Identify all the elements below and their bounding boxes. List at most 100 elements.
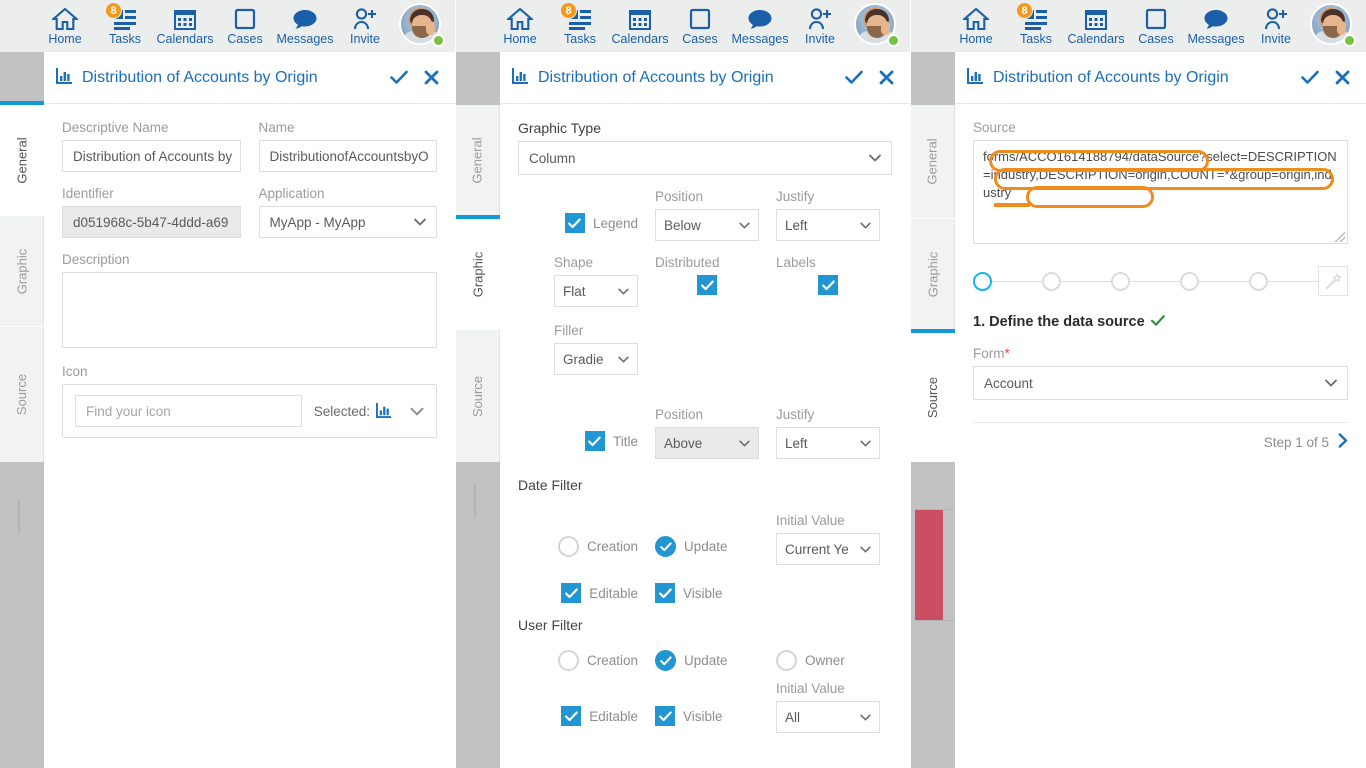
messages-icon (292, 7, 318, 31)
title-justify-select[interactable]: Left (776, 427, 880, 459)
confirm-button[interactable] (1301, 70, 1319, 85)
date-update-radio[interactable] (655, 536, 676, 557)
user-creation-radio[interactable] (557, 650, 579, 671)
date-editable-row[interactable]: Editable (561, 583, 638, 603)
nav-label: Invite (350, 31, 380, 46)
legend-checkbox-row[interactable]: Legend (564, 213, 638, 233)
user-owner-radio-row[interactable]: Owner (776, 650, 880, 671)
step-navigation[interactable]: Step 1 of 5 (973, 433, 1348, 451)
dialog-general: Distribution of Accounts by Origin Descr… (44, 52, 455, 768)
user-editable-row[interactable]: Editable (561, 706, 638, 726)
tab-source[interactable]: Source (0, 327, 44, 462)
legend-justify-select[interactable]: Left (776, 209, 880, 241)
nav-item-tasks[interactable]: 8 Tasks (95, 0, 155, 52)
nav-item-invite[interactable]: Invite (790, 0, 850, 52)
source-textarea[interactable]: forms/ACCO1614188794/dataSource?select=D… (973, 140, 1348, 244)
chevron-down-icon[interactable] (410, 407, 424, 416)
date-creation-radio[interactable] (557, 536, 579, 557)
step-dot-2[interactable] (1042, 271, 1061, 291)
user-owner-radio[interactable] (776, 650, 797, 671)
nav-item-calendars[interactable]: Calendars (610, 0, 670, 52)
date-visible-checkbox[interactable] (655, 583, 675, 603)
icon-search-input[interactable]: Find your icon (75, 395, 302, 427)
application-select[interactable]: MyApp - MyApp (258, 206, 437, 238)
date-visible-row[interactable]: Visible (655, 583, 759, 603)
tab-label: Graphic (925, 251, 940, 297)
user-visible-row[interactable]: Visible (655, 706, 759, 726)
close-button[interactable] (1335, 70, 1350, 85)
tab-source[interactable]: Source (911, 333, 955, 462)
tab-graphic[interactable]: Graphic (456, 219, 500, 329)
confirm-button[interactable] (390, 70, 408, 85)
distributed-checkbox[interactable] (697, 275, 717, 295)
date-initial-value-select[interactable]: Current Ye (776, 533, 880, 565)
nav-item-messages[interactable]: Messages (730, 0, 790, 52)
nav-item-tasks[interactable]: 8 Tasks (550, 0, 610, 52)
filler-select[interactable]: Gradie (554, 343, 638, 375)
avatar[interactable] (854, 3, 900, 49)
form-select[interactable]: Account (973, 366, 1348, 400)
nav-item-calendars[interactable]: Calendars (155, 0, 215, 52)
tab-general[interactable]: General (911, 105, 955, 218)
close-button[interactable] (879, 70, 894, 85)
magic-wand-icon[interactable] (1318, 266, 1348, 296)
step-dot-1[interactable] (973, 271, 992, 291)
description-textarea[interactable] (62, 272, 437, 348)
nav-item-invite[interactable]: Invite (1246, 0, 1306, 52)
source-value: forms/ACCO1614188794/dataSource?select=D… (983, 149, 1337, 200)
user-update-radio[interactable] (655, 650, 676, 671)
nav-item-home[interactable]: Home (946, 0, 1006, 52)
title-checkbox[interactable] (584, 431, 605, 451)
nav-item-home[interactable]: Home (35, 0, 95, 52)
nav-item-calendars[interactable]: Calendars (1066, 0, 1126, 52)
step-dot-5[interactable] (1249, 271, 1268, 291)
tab-general[interactable]: General (456, 105, 500, 215)
nav-item-messages[interactable]: Messages (1186, 0, 1246, 52)
labels-checkbox[interactable] (818, 275, 838, 295)
chevron-right-icon[interactable] (1338, 433, 1348, 451)
close-button[interactable] (424, 70, 439, 85)
date-editable-checkbox[interactable] (561, 583, 582, 603)
graphic-type-select[interactable]: Column (518, 141, 892, 175)
resize-grip[interactable] (1335, 232, 1345, 242)
nav-item-messages[interactable]: Messages (275, 0, 335, 52)
avatar[interactable] (1310, 3, 1356, 49)
tab-rail-left: General Graphic Source (0, 52, 44, 768)
shape-select[interactable]: Flat (554, 275, 638, 307)
nav-item-invite[interactable]: Invite (335, 0, 395, 52)
title-checkbox-row[interactable]: Title (584, 431, 638, 451)
user-visible-checkbox[interactable] (655, 706, 675, 726)
nav-item-cases[interactable]: Cases (1126, 0, 1186, 52)
descriptive-name-input[interactable]: Distribution of Accounts by (62, 140, 241, 172)
calendar-icon (628, 7, 652, 31)
identifier-label: Identifier (62, 186, 114, 201)
step-dot-4[interactable] (1180, 271, 1199, 291)
nav-item-tasks[interactable]: 8 Tasks (1006, 0, 1066, 52)
nav-item-cases[interactable]: Cases (215, 0, 275, 52)
title-justify-value: Left (785, 435, 808, 451)
nav-item-home[interactable]: Home (490, 0, 550, 52)
legend-checkbox[interactable] (564, 213, 585, 233)
user-initial-value-select[interactable]: All (776, 701, 880, 733)
nav-item-cases[interactable]: Cases (670, 0, 730, 52)
legend-position-select[interactable]: Below (655, 209, 759, 241)
tab-source[interactable]: Source (456, 330, 500, 462)
avatar[interactable] (399, 3, 445, 49)
nav-label: Cases (227, 31, 263, 46)
tab-graphic[interactable]: Graphic (911, 219, 955, 329)
name-input[interactable]: DistributionofAccountsbyO (258, 140, 437, 172)
user-update-radio-row[interactable]: Update (655, 650, 759, 671)
tab-general[interactable]: General (0, 105, 44, 215)
bar-chart-icon (967, 67, 984, 89)
date-creation-radio-row[interactable]: Creation (557, 536, 638, 557)
nav-label: Cases (1138, 31, 1174, 46)
date-update-radio-row[interactable]: Update (655, 536, 759, 557)
user-editable-checkbox[interactable] (561, 706, 582, 726)
user-creation-radio-row[interactable]: Creation (557, 650, 638, 671)
step-dot-3[interactable] (1111, 271, 1130, 291)
confirm-button[interactable] (845, 70, 863, 85)
tab-graphic[interactable]: Graphic (0, 216, 44, 326)
user-editable-label: Editable (589, 708, 638, 724)
chevron-down-icon (860, 440, 871, 447)
step-title-text: 1. Define the data source (973, 314, 1145, 330)
